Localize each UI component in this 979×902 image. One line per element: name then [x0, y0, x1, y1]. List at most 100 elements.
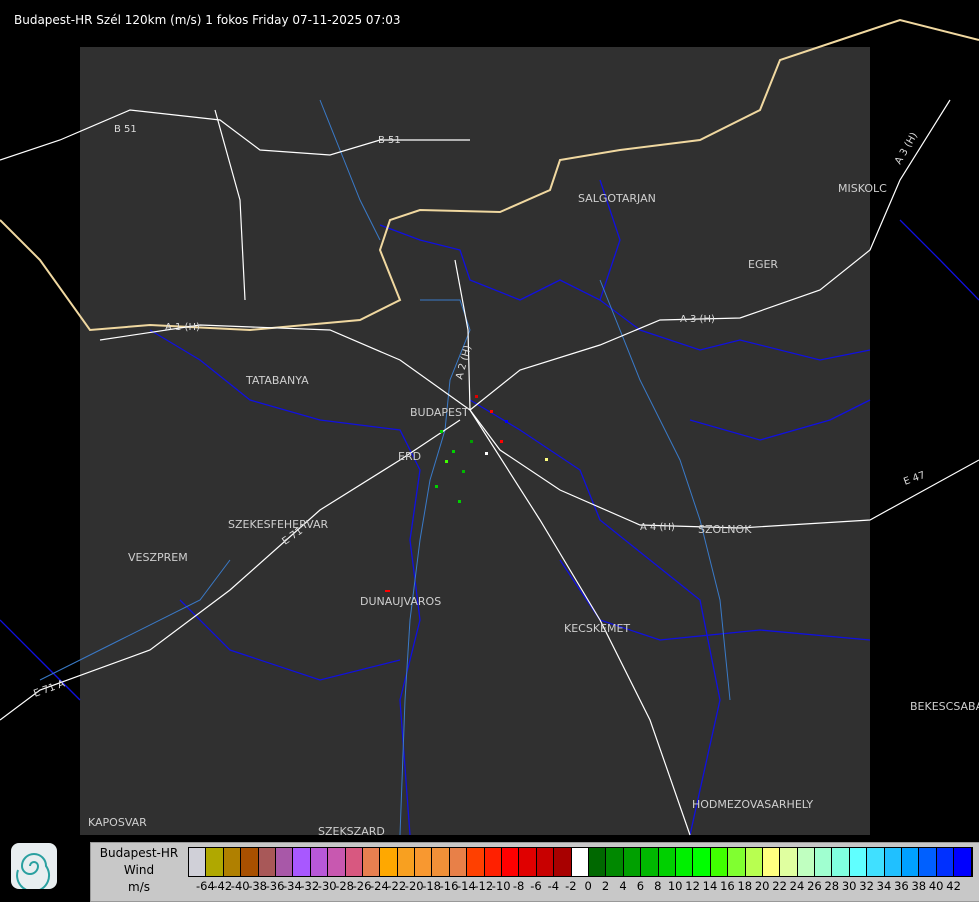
legend-color-cell [954, 848, 972, 876]
legend-color-cell [641, 848, 659, 876]
legend-color-cell [780, 848, 798, 876]
legend-tick-label: -42 [213, 879, 233, 893]
legend-tick-label: 34 [876, 879, 892, 893]
legend-tick-label: 0 [584, 879, 592, 893]
road-label: A 4 (H) [640, 522, 675, 533]
legend-tick-label: -36 [265, 879, 285, 893]
legend-color-cell [467, 848, 485, 876]
city-label: HODMEZOVASARHELY [692, 798, 813, 811]
legend-color-cell [536, 848, 555, 876]
legend-tick-label: 2 [601, 879, 610, 893]
road-label: A 3 (H) [893, 131, 920, 167]
legend-tick-label: 26 [807, 879, 822, 893]
legend-color-cell [223, 848, 242, 876]
legend-tick-label: 40 [928, 879, 944, 893]
legend-tick-label: 28 [824, 879, 840, 893]
road-label: A 1 (H) [165, 322, 200, 333]
legend-color-cell [328, 848, 346, 876]
legend-quantity: Wind [123, 863, 155, 877]
legend-tick-label: 30 [841, 879, 857, 893]
legend-color-cell [206, 848, 224, 876]
city-label: SALGOTARJAN [578, 192, 656, 205]
legend-color-cell [293, 848, 311, 876]
city-label: BEKESCSABA [910, 700, 979, 713]
legend-tick-label: -24 [369, 879, 389, 893]
radar-coverage-area [80, 47, 870, 835]
legend-tick-label: 24 [789, 879, 805, 893]
legend-color-cell [258, 848, 276, 876]
legend-tick-label: -30 [317, 879, 337, 893]
city-label: TATABANYA [245, 374, 309, 387]
legend-color-cell [832, 848, 850, 876]
city-label: SZOLNOK [698, 523, 752, 536]
legend-tick-label: -40 [230, 879, 250, 893]
legend-tick-label: 6 [636, 879, 645, 893]
legend-color-cell [693, 848, 711, 876]
color-scale-ticks: -64 -42 -40 -38 -36 -34 -32 -30 -28 -26 -24 -22 -20-… [188, 879, 978, 895]
color-legend: Budapest-HR Wind m/s -64 -42 -40 -38 -36 -34-… [90, 842, 979, 902]
legend-color-cell [415, 848, 433, 876]
city-label: EGER [748, 258, 778, 271]
legend-color-cell [588, 848, 607, 876]
legend-color-cell [275, 848, 294, 876]
legend-tick-label: -8 [512, 879, 525, 893]
radar-map: SALGOTARJAN MISKOLC EGER TATABANYA BUDAP… [0, 18, 979, 838]
legend-tick-label: -22 [387, 879, 407, 893]
legend-tick-label: -64 [195, 879, 215, 893]
road-label: E 47 [902, 470, 927, 488]
city-label: SZEKSZARD [318, 825, 385, 838]
legend-color-cell [884, 848, 903, 876]
legend-tick-label: 12 [685, 879, 700, 893]
legend-color-cell [484, 848, 503, 876]
road-label: E 71 A [32, 678, 66, 699]
legend-tick-label: -28 [335, 879, 354, 893]
city-label: KECSKEMET [564, 622, 630, 635]
legend-tick-label: 20 [754, 879, 770, 893]
legend-color-cell [849, 848, 868, 876]
legend-tick-label: 22 [772, 879, 787, 893]
legend-color-cell [745, 848, 763, 876]
legend-tick-label: -34 [282, 879, 302, 893]
legend-tick-label: -26 [352, 879, 372, 893]
city-label: KAPOSVAR [88, 816, 147, 829]
legend-color-cell [310, 848, 329, 876]
city-label: BUDAPEST [410, 406, 469, 419]
road-label: A 3 (H) [680, 314, 715, 325]
legend-color-cell [345, 848, 363, 876]
legend-tick-label: 8 [654, 879, 662, 893]
legend-tick-label: -2 [565, 879, 577, 893]
legend-color-cell [902, 848, 920, 876]
legend-tick-label: 14 [702, 879, 718, 893]
legend-tick-label: 32 [859, 879, 874, 893]
legend-color-cell [815, 848, 833, 876]
legend-tick-label: 10 [667, 879, 683, 893]
legend-tick-label: 36 [894, 879, 909, 893]
legend-color-cell [919, 848, 937, 876]
legend-color-cell [397, 848, 416, 876]
legend-color-cell [502, 848, 520, 876]
legend-tick-label: -16 [439, 879, 459, 893]
legend-color-cell [710, 848, 729, 876]
legend-tick-label: -38 [248, 879, 267, 893]
legend-tick-label: -6 [530, 879, 542, 893]
legend-color-cell [554, 848, 572, 876]
legend-tick-label: 42 [946, 879, 961, 893]
legend-tick-label: 38 [911, 879, 927, 893]
legend-color-cell [241, 848, 259, 876]
legend-unit: m/s [128, 880, 150, 894]
legend-tick-label: 4 [619, 879, 627, 893]
legend-tick-label: 16 [720, 879, 735, 893]
legend-color-cell [189, 848, 207, 876]
legend-color-cell [449, 848, 468, 876]
city-label: SZEKESFEHERVAR [228, 518, 329, 531]
legend-color-cell [380, 848, 398, 876]
legend-tick-label: -18 [422, 879, 441, 893]
legend-color-cell [362, 848, 381, 876]
legend-tick-label: -12 [474, 879, 494, 893]
city-label: MISKOLC [838, 182, 887, 195]
legend-tick-label: -10 [491, 879, 511, 893]
city-label: DUNAUJVAROS [360, 595, 441, 608]
legend-color-cell [519, 848, 537, 876]
legend-color-cell [867, 848, 885, 876]
legend-color-cell [623, 848, 642, 876]
